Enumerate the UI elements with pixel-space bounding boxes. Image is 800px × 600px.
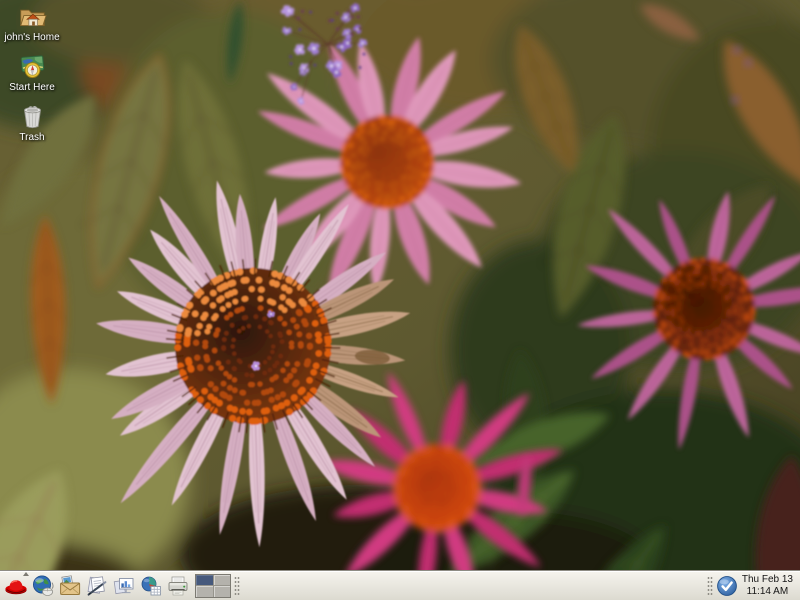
- print-manager-button[interactable]: [165, 573, 191, 599]
- workspace-cell-2[interactable]: [214, 575, 231, 586]
- clock[interactable]: Thu Feb 13 11:14 AM: [739, 574, 797, 598]
- desktop-icon-start-here[interactable]: Start Here: [0, 52, 64, 93]
- gnome-panel: Thu Feb 13 11:14 AM: [0, 570, 800, 600]
- trash-icon: [18, 102, 47, 131]
- desktop-icon-column: john's Home Start Here Trash: [0, 2, 64, 143]
- writer-documents-icon: [85, 574, 109, 598]
- presentation-button[interactable]: [111, 573, 137, 599]
- desktop-icon-label: Start Here: [9, 82, 55, 93]
- notification-area-drag-handle[interactable]: [707, 576, 713, 596]
- desktop-icon-trash[interactable]: Trash: [0, 102, 64, 143]
- word-processor-button[interactable]: [84, 573, 110, 599]
- desktop-icon-home[interactable]: john's Home: [0, 2, 64, 43]
- printer-icon: [166, 574, 190, 598]
- clock-date: Thu Feb 13: [742, 574, 793, 586]
- mozilla-globe-icon: [31, 574, 55, 598]
- blue-check-icon: [716, 575, 738, 597]
- evolution-envelope-icon: [58, 574, 82, 598]
- start-here-icon: [18, 52, 47, 81]
- menu-arrow-icon: [23, 572, 29, 576]
- main-menu-button[interactable]: [3, 573, 29, 599]
- update-notifier-button[interactable]: [716, 575, 738, 597]
- calc-pie-icon: [139, 574, 163, 598]
- web-browser-button[interactable]: [30, 573, 56, 599]
- workspace-cell-3[interactable]: [196, 586, 213, 597]
- impress-chart-icon: [112, 574, 136, 598]
- workspace-cell-1[interactable]: [196, 575, 213, 586]
- email-button[interactable]: [57, 573, 83, 599]
- desktop-wallpaper: [0, 0, 800, 600]
- desktop-icon-label: john's Home: [4, 32, 59, 43]
- red-hat-icon: [4, 574, 28, 598]
- spreadsheet-button[interactable]: [138, 573, 164, 599]
- clock-time: 11:14 AM: [742, 586, 793, 598]
- desktop-icon-label: Trash: [19, 132, 44, 143]
- home-folder-icon: [18, 2, 47, 31]
- panel-drag-handle[interactable]: [234, 576, 240, 596]
- workspace-switcher[interactable]: [195, 574, 231, 598]
- workspace-cell-4[interactable]: [214, 586, 231, 597]
